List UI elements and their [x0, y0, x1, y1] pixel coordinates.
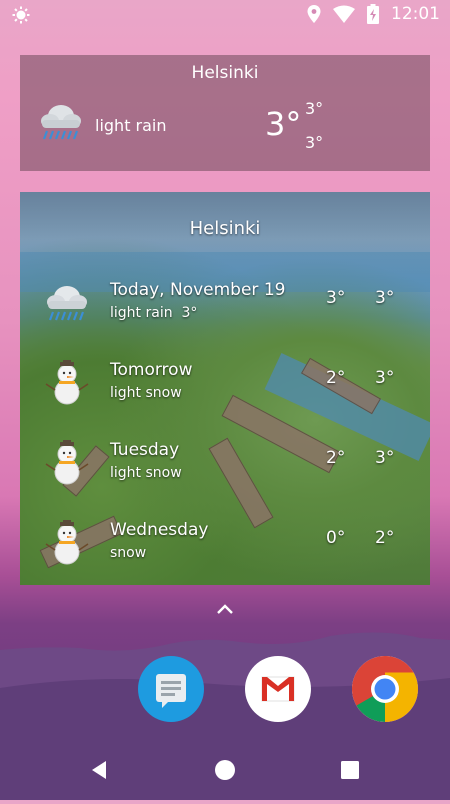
forecast-temp-a: 2° — [326, 368, 346, 388]
navigation-bar — [0, 740, 450, 800]
forecast-temp-a: 2° — [326, 448, 346, 468]
forecast-row: Wednesday snow 0° 2° — [20, 517, 430, 585]
forecast-temp-b: 2° — [375, 528, 395, 548]
app-drawer-chevron-up-icon[interactable] — [211, 598, 239, 620]
weather-widget-current[interactable]: Helsinki light rain 3° 3° 3° — [20, 55, 430, 171]
forecast-temp-b: 3° — [375, 368, 395, 388]
status-bar: 12:01 — [0, 0, 450, 30]
chrome-app-icon[interactable] — [352, 656, 418, 722]
forecast-day: Tuesday — [110, 440, 180, 460]
home-icon[interactable] — [213, 758, 237, 782]
back-icon[interactable] — [88, 758, 112, 782]
forecast-city-name: Helsinki — [189, 218, 261, 239]
snowman-icon — [44, 437, 90, 486]
current-temperature: 3° — [265, 105, 302, 143]
forecast-inline-temp: 3° — [181, 305, 198, 321]
forecast-row: Today, November 19 light rain 3° 3° 3° — [20, 280, 430, 350]
location-icon — [307, 5, 321, 23]
forecast-row: Tuesday light snow 2° 3° — [20, 437, 430, 510]
forecast-day: Wednesday — [110, 520, 209, 540]
forecast-row: Tomorrow light snow 2° 3° — [20, 357, 430, 430]
forecast-condition-text: light rain — [110, 305, 173, 321]
clock: 12:01 — [391, 4, 440, 24]
forecast-temp-b: 3° — [375, 288, 395, 308]
forecast-day: Today, November 19 — [110, 280, 286, 300]
current-condition: light rain — [95, 116, 167, 135]
recents-icon[interactable] — [338, 758, 362, 782]
forecast-condition: snow — [110, 545, 147, 561]
forecast-condition: light snow — [110, 465, 182, 481]
battery-charging-icon — [367, 4, 379, 24]
forecast-condition: light snow — [110, 385, 182, 401]
forecast-condition: light rain 3° — [110, 305, 197, 321]
snowman-icon — [44, 517, 90, 566]
messages-app-icon[interactable] — [138, 656, 204, 722]
low-temperature: 3° — [305, 133, 324, 152]
gmail-app-icon[interactable] — [245, 656, 311, 722]
rain-cloud-icon — [38, 99, 84, 145]
brightness-icon — [12, 6, 30, 24]
weather-widget-forecast[interactable]: Helsinki Today, November 19 light rain 3… — [20, 192, 430, 585]
wifi-icon — [333, 5, 355, 23]
city-name: Helsinki — [191, 63, 259, 83]
high-temperature: 3° — [305, 99, 324, 118]
forecast-temp-a: 0° — [326, 528, 346, 548]
forecast-temp-b: 3° — [375, 448, 395, 468]
forecast-temp-a: 3° — [326, 288, 346, 308]
forecast-day: Tomorrow — [110, 360, 193, 380]
rain-cloud-icon — [44, 280, 90, 326]
snowman-icon — [44, 357, 90, 406]
